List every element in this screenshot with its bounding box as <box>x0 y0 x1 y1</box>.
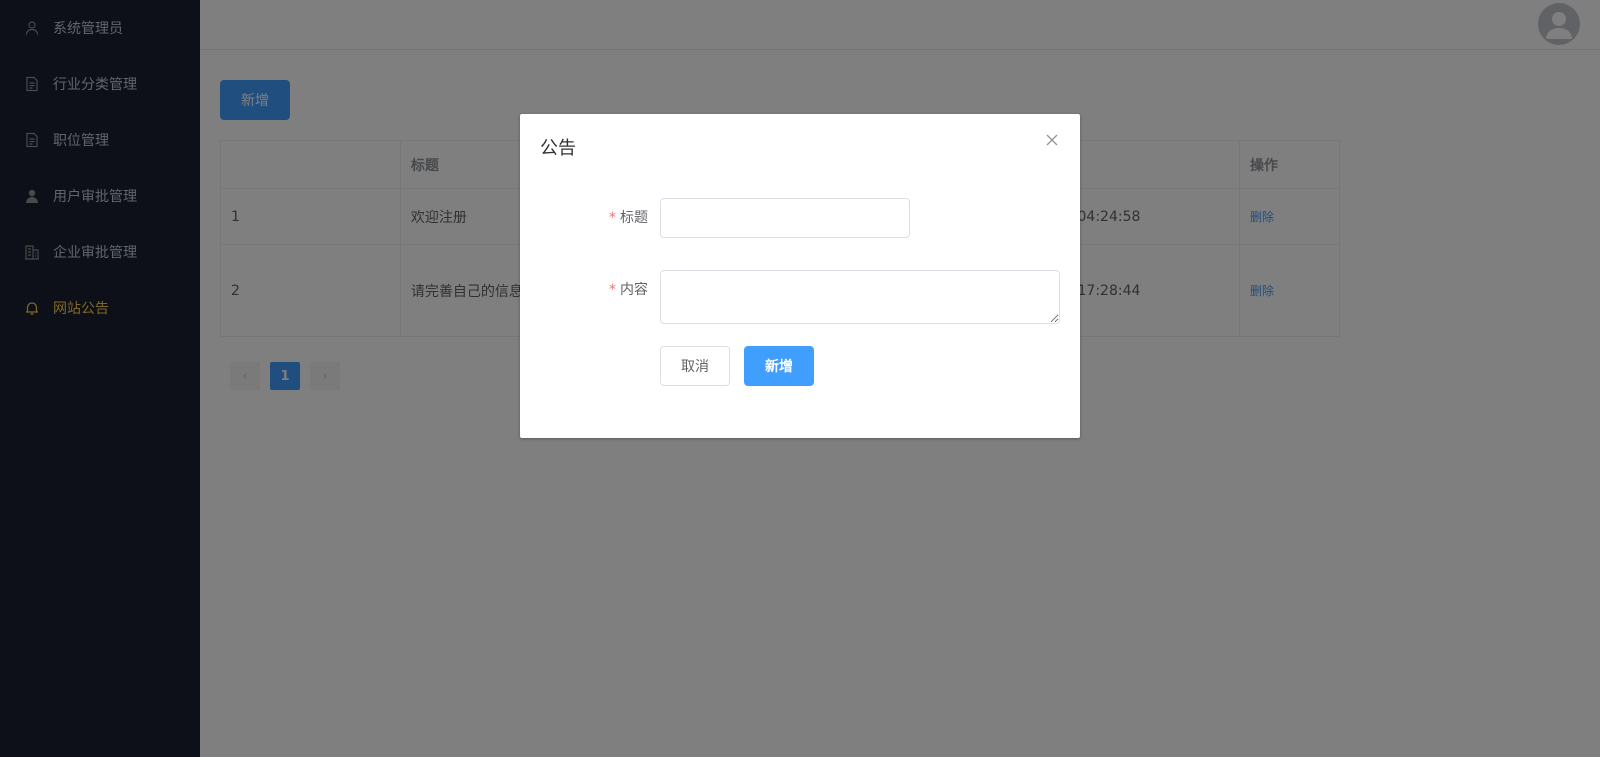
submit-button[interactable]: 新增 <box>744 346 814 386</box>
title-input[interactable] <box>660 198 910 238</box>
required-mark: * <box>609 282 616 298</box>
dialog-title: 公告 <box>540 138 576 159</box>
form-row-content: * 内容 <box>520 270 1060 324</box>
form-row-title: * 标题 <box>520 198 910 238</box>
title-label: * 标题 <box>609 210 648 226</box>
announcement-dialog: 公告 * 标题 * 内容 取消 新增 <box>520 114 1080 438</box>
content-label: * 内容 <box>609 282 648 298</box>
content-textarea[interactable] <box>660 270 1060 324</box>
close-icon[interactable] <box>1044 132 1060 148</box>
required-mark: * <box>609 210 616 226</box>
dialog-actions: 取消 新增 <box>660 346 814 386</box>
cancel-button[interactable]: 取消 <box>660 346 730 386</box>
